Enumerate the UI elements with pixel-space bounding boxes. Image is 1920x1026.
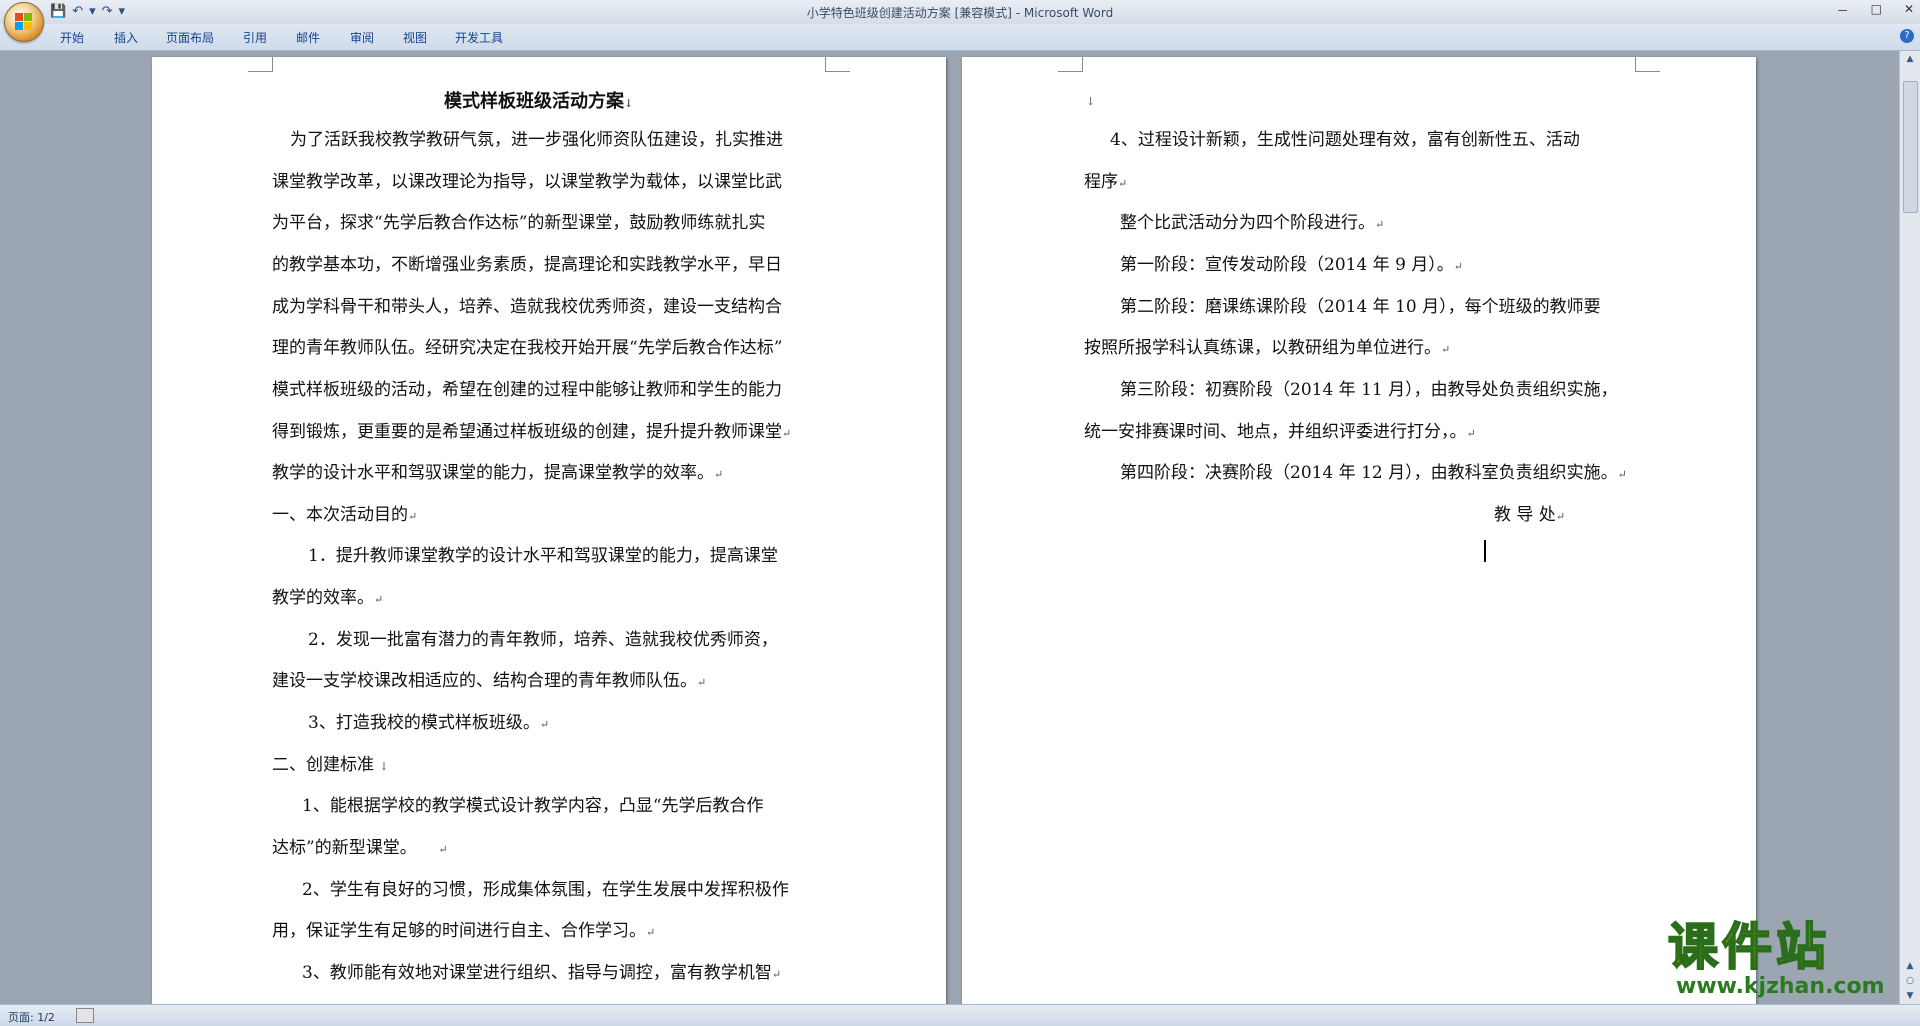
paragraph-mark: ↵: [374, 593, 384, 606]
tab-home[interactable]: 开始: [60, 29, 84, 46]
paragraph-mark: ↓: [1086, 95, 1096, 108]
minimize-button[interactable]: －: [1837, 2, 1849, 19]
tab-view[interactable]: 视图: [403, 29, 427, 46]
watermark-logo: 课件站 www.kjzhan.com: [1667, 917, 1908, 1004]
body-line: 3、打造我校的模式样板班级。: [308, 713, 540, 733]
title-bar: 💾 ↶ ▾ ↷ ▾ 小学特色班级创建活动方案 [兼容模式] - Microsof…: [0, 0, 1920, 24]
tab-mailings[interactable]: 邮件: [296, 29, 320, 46]
document-area: 模式样板班级活动方案↓ 为了活跃我校教学教研气氛，进一步强化师资队伍建设，扎实推…: [0, 51, 1900, 1017]
paragraph-mark: ↵: [646, 926, 656, 939]
body-line: 成为学科骨干和带头人，培养、造就我校优秀师资，建设一支结构合: [272, 297, 782, 317]
body-line: 教学的设计水平和驾驭课堂的能力，提高课堂教学的效率。: [272, 463, 714, 483]
body-line: 第一阶段：宣传发动阶段（2014 年 9 月）。: [1120, 255, 1454, 275]
paragraph-mark: ↵: [539, 718, 550, 731]
paragraph-mark: ↓: [624, 97, 634, 110]
paragraph-mark: ↵: [1375, 218, 1385, 231]
office-button[interactable]: [4, 2, 44, 42]
office-logo-icon: [15, 13, 33, 31]
body-line: 第二阶段：磨课练课阶段（2014 年 10 月），每个班级的教师要: [1120, 297, 1601, 317]
body-line: 4、过程设计新颖，生成性问题处理有效，富有创新性五、活动: [1110, 130, 1580, 150]
crop-mark: [825, 57, 850, 72]
document-title: 模式样板班级活动方案: [444, 91, 624, 112]
paragraph-mark: ↵: [782, 427, 792, 440]
close-button[interactable]: ✕: [1904, 2, 1914, 19]
window-title: 小学特色班级创建活动方案 [兼容模式] - Microsoft Word: [806, 6, 1114, 20]
tab-insert[interactable]: 插入: [114, 29, 138, 46]
paragraph-mark: ↓: [379, 760, 389, 773]
body-line: 第三阶段：初赛阶段（2014 年 11 月），由教导处负责组织实施，: [1120, 380, 1618, 400]
proofing-icon[interactable]: [76, 1008, 94, 1023]
maximize-button[interactable]: □: [1871, 2, 1882, 19]
section-heading: 一、本次活动目的: [272, 505, 408, 525]
tab-developer[interactable]: 开发工具: [455, 29, 503, 46]
page-count[interactable]: 页面: 1/2: [8, 1009, 55, 1025]
scroll-up-icon[interactable]: ▲: [1904, 54, 1916, 64]
tab-page-layout[interactable]: 页面布局: [166, 29, 214, 46]
page-2[interactable]: ↓ 4、过程设计新颖，生成性问题处理有效，富有创新性五、活动 程序↵ 整个比武活…: [962, 57, 1756, 1017]
page-1[interactable]: 模式样板班级活动方案↓ 为了活跃我校教学教研气氛，进一步强化师资队伍建设，扎实推…: [152, 57, 946, 1017]
watermark-text: 课件站: [1667, 917, 1830, 977]
body-line: 得到锻炼，更重要的是希望通过样板班级的创建，提升提升教师课堂: [272, 422, 782, 442]
body-line: 课堂教学改革，以课改理论为指导，以课堂教学为载体，以课堂比武: [272, 172, 782, 192]
ribbon-tabs: 开始 插入 页面布局 引用 邮件 审阅 视图 开发工具 ?: [0, 24, 1920, 51]
body-line: 第四阶段：决赛阶段（2014 年 12 月），由教科室负责组织实施。: [1120, 463, 1618, 483]
body-line: 程序: [1084, 172, 1118, 192]
paragraph-mark: ↵: [697, 676, 707, 689]
help-icon[interactable]: ?: [1900, 29, 1914, 43]
body-line: 模式样板班级的活动，希望在创建的过程中能够让教师和学生的能力: [272, 380, 782, 400]
body-line: 的教学基本功，不断增强业务素质，提高理论和实践教学水平，早日: [272, 255, 782, 275]
body-line: 2．发现一批富有潜力的青年教师，培养、造就我校优秀师资，: [308, 630, 778, 650]
status-bar: 页面: 1/2: [0, 1004, 1920, 1026]
paragraph-mark: ↵: [771, 968, 782, 981]
crop-mark: [1058, 57, 1083, 72]
body-line: 用，保证学生有足够的时间进行自主、合作学习。: [272, 921, 646, 941]
tab-review[interactable]: 审阅: [350, 29, 374, 46]
body-line: 1、能根据学校的教学模式设计教学内容，凸显“先学后教合作: [302, 796, 764, 816]
body-line: 统一安排赛课时间、地点，并组织评委进行打分，。: [1084, 422, 1467, 442]
body-line: 教学的效率。: [272, 588, 374, 608]
window-controls: － □ ✕: [1837, 2, 1914, 19]
body-line: 3、教师能有效地对课堂进行组织、指导与调控，富有教学机智: [302, 963, 772, 983]
body-line: 2、学生有良好的习惯，形成集体氛围，在学生发展中发挥积极作: [302, 880, 789, 900]
body-line: 整个比武活动分为四个阶段进行。: [1120, 213, 1375, 233]
body-line: 1．提升教师课堂教学的设计水平和驾驭课堂的能力，提高课堂: [308, 546, 778, 566]
signature: 教 导 处: [1494, 505, 1556, 525]
paragraph-mark: ↵: [1441, 343, 1451, 356]
paragraph-mark: ↵: [1453, 260, 1464, 273]
body-line: 理的青年教师队伍。经研究决定在我校开始开展“先学后教合作达标”: [272, 338, 783, 358]
scroll-thumb[interactable]: [1903, 81, 1918, 213]
vertical-scrollbar[interactable]: ▲ ▲ ○ ▼: [1899, 51, 1920, 1004]
paragraph-mark: ↵: [714, 468, 724, 481]
body-line: 为平台，探求“先学后教合作达标”的新型课堂，鼓励教师练就扎实: [272, 213, 766, 233]
text-cursor: [1484, 540, 1486, 562]
paragraph-mark: ↵: [1555, 510, 1566, 523]
body-line: 为了活跃我校教学教研气氛，进一步强化师资队伍建设，扎实推进: [290, 130, 783, 150]
tab-references[interactable]: 引用: [243, 29, 267, 46]
body-line: 建设一支学校课改相适应的、结构合理的青年教师队伍。: [272, 671, 697, 691]
paragraph-mark: ↵: [1617, 468, 1627, 481]
paragraph-mark: ↵: [1118, 177, 1128, 190]
paragraph-mark: ↵: [438, 843, 448, 856]
watermark-url: www.kjzhan.com: [1676, 974, 1885, 999]
body-line: 按照所报学科认真练课，以教研组为单位进行。: [1084, 338, 1441, 358]
crop-mark: [248, 57, 273, 72]
crop-mark: [1635, 57, 1660, 72]
section-heading: 二、创建标准: [272, 755, 374, 775]
paragraph-mark: ↵: [1466, 427, 1476, 440]
paragraph-mark: ↵: [408, 510, 418, 523]
body-line: 达标”的新型课堂。: [272, 838, 417, 858]
